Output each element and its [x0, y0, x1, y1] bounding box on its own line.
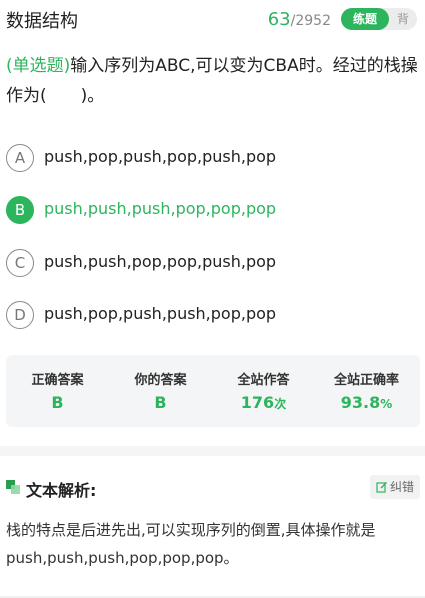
option-text: push,pop,push,pop,push,pop	[44, 147, 277, 166]
option-letter: B	[6, 196, 34, 224]
report-error-button[interactable]: 纠错	[369, 475, 420, 499]
option-c[interactable]: C push,push,pop,pop,push,pop	[6, 243, 420, 283]
report-error-label: 纠错	[389, 480, 414, 494]
question-type: (单选题)	[6, 56, 71, 76]
section-divider	[0, 446, 425, 456]
mode-memorize-button[interactable]: 背	[391, 8, 415, 30]
option-text: push,push,push,pop,pop,pop	[44, 199, 277, 218]
option-text: push,push,pop,pop,push,pop	[44, 252, 277, 271]
progress-total: /2952	[290, 13, 331, 29]
stat-value: B	[154, 393, 167, 412]
stat-number: 176	[240, 393, 275, 412]
stat-your-answer: 你的答案 B	[109, 355, 212, 427]
option-letter: A	[6, 144, 34, 172]
mode-practice-button[interactable]: 练题	[341, 8, 389, 30]
stat-label: 正确答案	[31, 373, 84, 388]
analysis-header: 文本解析: 纠错	[6, 474, 420, 500]
mode-toggle[interactable]: 练题 背	[341, 8, 417, 30]
subject-title: 数据结构	[6, 11, 78, 32]
option-d[interactable]: D push,pop,push,push,pop,pop	[6, 295, 420, 335]
option-b[interactable]: B push,push,push,pop,pop,pop	[6, 190, 420, 230]
question-stem: (单选题)输入序列为ABC,可以变为CBA时。经过的栈操作为( )。	[6, 51, 420, 111]
stat-correct-answer: 正确答案 B	[6, 355, 109, 427]
analysis-section-icon	[6, 480, 20, 494]
stat-site-accuracy: 全站正确率 93.8%	[315, 355, 418, 427]
option-letter: D	[6, 301, 34, 329]
stat-site-attempts: 全站作答 176次	[212, 355, 315, 427]
edit-icon	[376, 482, 387, 493]
question-progress: 63/2952	[268, 9, 331, 30]
stat-unit: 次	[274, 397, 287, 411]
stat-label: 全站作答	[237, 373, 290, 388]
stat-value: B	[51, 393, 64, 412]
option-letter: C	[6, 249, 34, 277]
stat-unit: %	[380, 397, 393, 411]
stat-label: 你的答案	[134, 373, 187, 388]
analysis-title: 文本解析:	[26, 481, 97, 500]
option-a[interactable]: A push,pop,push,pop,push,pop	[6, 138, 420, 178]
option-text: push,pop,push,push,pop,pop	[44, 304, 277, 323]
progress-current: 63	[267, 9, 291, 30]
answer-stats-panel: 正确答案 B 你的答案 B 全站作答 176次 全站正确率 93.8%	[6, 355, 420, 427]
stat-label: 全站正确率	[333, 373, 399, 388]
stat-number: 93.8	[340, 393, 381, 412]
top-bar: 数据结构 63/2952 练题 背	[0, 0, 425, 40]
analysis-text: 栈的特点是后进先出,可以实现序列的倒置,具体操作就是push,push,push…	[6, 521, 376, 567]
stat-value: 176次	[212, 393, 315, 412]
stat-value: 93.8%	[315, 393, 418, 412]
